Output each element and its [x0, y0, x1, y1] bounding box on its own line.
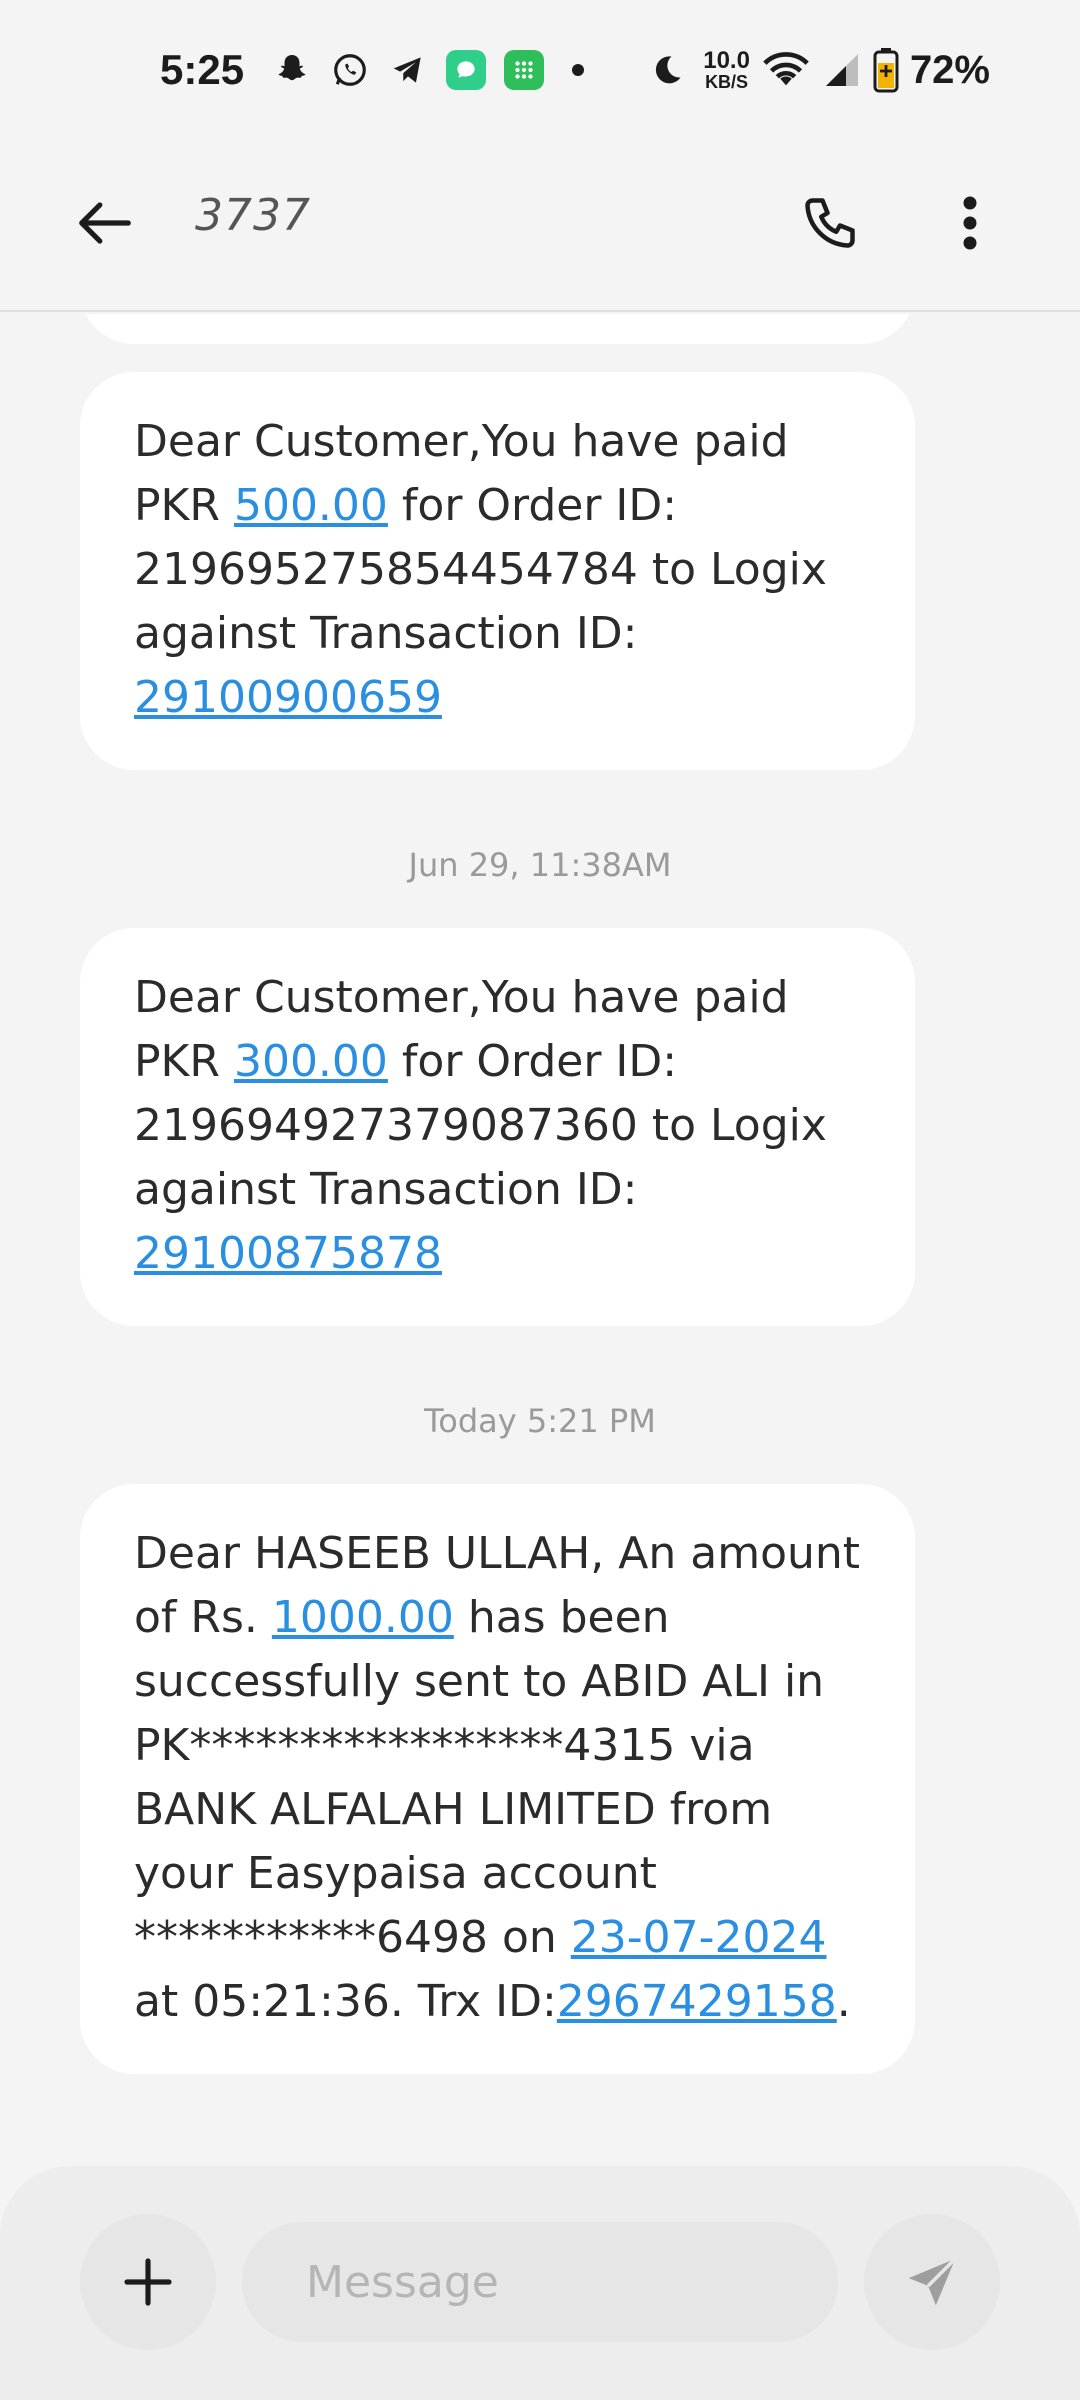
message-bubble[interactable]: Dear Customer,You have paid PKR 500.00 f…	[80, 372, 915, 770]
message-text: has been successfully sent to ABID ALI i…	[134, 1592, 825, 1963]
more-options-button[interactable]	[940, 188, 1000, 258]
status-time: 5:25	[160, 46, 245, 93]
plus-icon	[124, 2258, 172, 2306]
signal-icon	[822, 50, 862, 90]
launcher-app-icon	[504, 50, 545, 90]
moon-icon	[647, 50, 687, 90]
status-bar: 5:25 10.0 KB/S 72%	[0, 0, 1080, 140]
messages-app-icon	[446, 50, 487, 90]
transaction-id-link[interactable]: 29100875878	[134, 1228, 442, 1279]
network-speed: 10.0 KB/S	[703, 47, 750, 92]
arrow-left-icon	[79, 202, 131, 244]
date-link[interactable]: 23-07-2024	[571, 1912, 827, 1963]
snapchat-icon	[272, 50, 312, 90]
system-icons: 10.0 KB/S 72%	[647, 48, 990, 93]
network-speed-value: 10.0	[703, 47, 750, 74]
amount-link[interactable]: 300.00	[234, 1036, 388, 1087]
transaction-id-link[interactable]: 29100900659	[134, 672, 442, 723]
battery-icon	[872, 48, 900, 93]
amount-link[interactable]: 500.00	[234, 480, 388, 531]
network-speed-unit: KB/S	[705, 72, 749, 92]
phone-icon	[805, 198, 855, 248]
add-attachment-button[interactable]	[80, 2214, 216, 2350]
notification-icons	[272, 50, 585, 90]
telegram-icon	[388, 50, 428, 90]
message-text: .	[836, 1976, 851, 2027]
message-bubble-partial	[80, 314, 915, 344]
send-button[interactable]	[864, 2214, 1000, 2350]
message-input[interactable]	[242, 2222, 838, 2342]
message-list[interactable]: Dear Customer,You have paid PKR 500.00 f…	[0, 314, 1080, 2166]
contact-name: 3737	[195, 190, 311, 241]
back-button[interactable]	[70, 188, 140, 258]
message-text: at 05:21:36. Trx ID:	[134, 1976, 557, 2027]
message-timestamp: Jun 29, 11:38AM	[408, 846, 672, 884]
message-timestamp: Today 5:21 PM	[424, 1402, 656, 1440]
message-composer	[0, 2166, 1080, 2400]
message-bubble[interactable]: Dear Customer,You have paid PKR 300.00 f…	[80, 928, 915, 1326]
send-icon	[908, 2257, 957, 2306]
battery-percent: 72%	[909, 47, 990, 92]
notification-dot	[572, 64, 585, 76]
more-vertical-icon	[963, 196, 977, 250]
wifi-icon	[760, 50, 812, 90]
message-bubble[interactable]: Dear HASEEB ULLAH, An amount of Rs. 1000…	[80, 1484, 915, 2074]
transaction-id-link[interactable]: 2967429158	[557, 1976, 837, 2027]
conversation-header: 3737	[0, 140, 1080, 312]
whatsapp-icon	[330, 50, 370, 90]
call-button[interactable]	[795, 188, 865, 258]
amount-link[interactable]: 1000.00	[272, 1592, 454, 1643]
